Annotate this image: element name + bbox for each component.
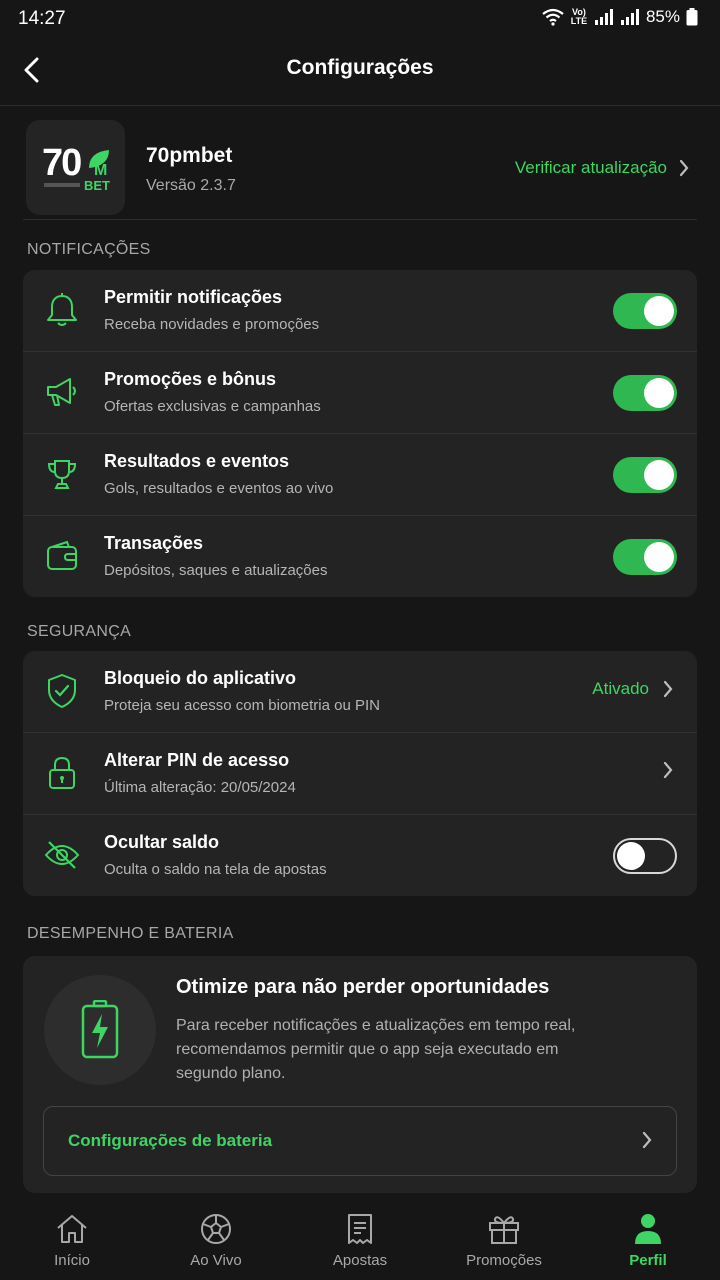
row-subtitle: Proteja seu acesso com biometria ou PIN (104, 697, 380, 714)
app-lock-status[interactable]: Ativado (592, 679, 673, 699)
toggle-allow-notifications[interactable] (613, 293, 677, 329)
status-bar: 14:27 Vo) LTE 85% (0, 0, 720, 38)
change-pin-chevron[interactable] (663, 761, 673, 779)
battery-title: Otimize para não perder oportunidades (176, 976, 550, 998)
nav-label: Ao Vivo (190, 1252, 242, 1269)
ticket-icon (345, 1212, 375, 1246)
status-time: 14:27 (18, 8, 66, 29)
nav-label: Início (54, 1252, 90, 1269)
security-row-app-lock[interactable]: Bloqueio do aplicativo Proteja seu acess… (23, 651, 697, 733)
notification-row-promotions[interactable]: Promoções e bônus Ofertas exclusivas e c… (23, 352, 697, 434)
row-title: Transações (104, 533, 204, 553)
battery-charging-icon (81, 1000, 119, 1059)
check-update-label: Verificar atualização (514, 158, 667, 177)
nav-label: Promoções (466, 1252, 542, 1269)
top-app-bar: Configurações (0, 38, 720, 106)
nav-bets[interactable]: Apostas (288, 1200, 432, 1280)
profile-icon (633, 1212, 663, 1246)
app-version: Versão 2.3.7 (146, 177, 236, 194)
nav-profile[interactable]: Perfil (576, 1200, 720, 1280)
notification-row-allow[interactable]: Permitir notificações Receba novidades e… (23, 270, 697, 352)
row-title: Bloqueio do aplicativo (104, 668, 297, 688)
nav-home[interactable]: Início (0, 1200, 144, 1280)
toggle-promotions[interactable] (613, 375, 677, 411)
wifi-icon (542, 8, 564, 26)
nav-label: Apostas (332, 1252, 388, 1269)
volte-indicator: Vo) LTE (570, 7, 588, 26)
logo-underline (44, 183, 80, 187)
notification-row-results[interactable]: Resultados e eventos Gols, resultados e … (23, 434, 697, 516)
logo-sub: BET (84, 178, 110, 193)
battery-settings-button[interactable]: Configurações de bateria (43, 1106, 677, 1176)
battery-description: Para receber notificações e atualizações… (176, 1017, 576, 1082)
row-title: Alterar PIN de acesso (104, 750, 290, 770)
row-title: Resultados e eventos (104, 451, 290, 471)
chevron-right-icon (679, 159, 689, 177)
performance-section-title: DESEMPENHO E BATERIA (27, 925, 234, 942)
row-subtitle: Última alteração: 20/05/2024 (104, 779, 296, 796)
check-update-button[interactable]: Verificar atualização (515, 158, 689, 178)
chevron-right-icon (642, 1131, 652, 1149)
security-card: Bloqueio do aplicativo Proteja seu acess… (23, 651, 697, 896)
row-subtitle: Depósitos, saques e atualizações (104, 562, 328, 579)
row-subtitle: Ofertas exclusivas e campanhas (104, 398, 321, 415)
row-subtitle: Gols, resultados e eventos ao vivo (104, 480, 334, 497)
security-row-hide-balance[interactable]: Ocultar saldo Oculta o saldo na tela de … (23, 815, 697, 896)
chevron-right-icon (663, 761, 673, 779)
notifications-card: Permitir notificações Receba novidades e… (23, 270, 697, 597)
status-icons: Vo) LTE 85% (542, 7, 698, 27)
bell-icon (43, 291, 81, 329)
megaphone-icon (43, 373, 81, 411)
signal-icon (620, 9, 639, 25)
security-section-title: SEGURANÇA (27, 623, 132, 640)
security-row-change-pin[interactable]: Alterar PIN de acesso Última alteração: … (23, 733, 697, 815)
bottom-navigation: Início Ao Vivo Apostas Promoções Perfil (0, 1200, 720, 1280)
shield-check-icon (43, 672, 81, 710)
battery-icon (686, 8, 698, 26)
battery-settings-label: Configurações de bateria (68, 1131, 273, 1150)
battery-icon-container (44, 975, 156, 1085)
app-name: 70pmbet (146, 144, 233, 167)
toggle-transactions[interactable] (613, 539, 677, 575)
toggle-results[interactable] (613, 457, 677, 493)
toggle-hide-balance[interactable] (613, 838, 677, 874)
logo-text: 70 (42, 142, 82, 184)
nav-live[interactable]: Ao Vivo (144, 1200, 288, 1280)
lock-icon (43, 754, 81, 792)
battery-card: Otimize para não perder oportunidades Pa… (23, 956, 697, 1193)
nav-promotions[interactable]: Promoções (432, 1200, 576, 1280)
notifications-section-title: NOTIFICAÇÕES (27, 241, 151, 258)
notification-row-transactions[interactable]: Transações Depósitos, saques e atualizaç… (23, 516, 697, 597)
row-subtitle: Oculta o saldo na tela de apostas (104, 861, 327, 878)
page-title: Configurações (286, 56, 434, 79)
app-info: 70 M BET 70pmbet Versão 2.3.7 Verificar … (23, 118, 697, 220)
row-subtitle: Receba novidades e promoções (104, 316, 320, 333)
row-title: Promoções e bônus (104, 369, 277, 389)
trophy-icon (43, 455, 81, 493)
row-title: Permitir notificações (104, 287, 283, 307)
signal-icon (594, 9, 613, 25)
nav-label: Perfil (629, 1252, 667, 1269)
gift-icon (487, 1212, 521, 1246)
row-title: Ocultar saldo (104, 832, 220, 852)
wallet-icon (43, 537, 81, 575)
soccer-ball-icon (199, 1212, 233, 1246)
eye-off-icon (43, 836, 81, 874)
app-lock-value: Ativado (592, 679, 649, 698)
battery-percent: 85% (645, 7, 680, 26)
home-icon (55, 1212, 89, 1246)
chevron-right-icon (663, 680, 673, 698)
app-logo: 70 M BET (26, 120, 125, 215)
